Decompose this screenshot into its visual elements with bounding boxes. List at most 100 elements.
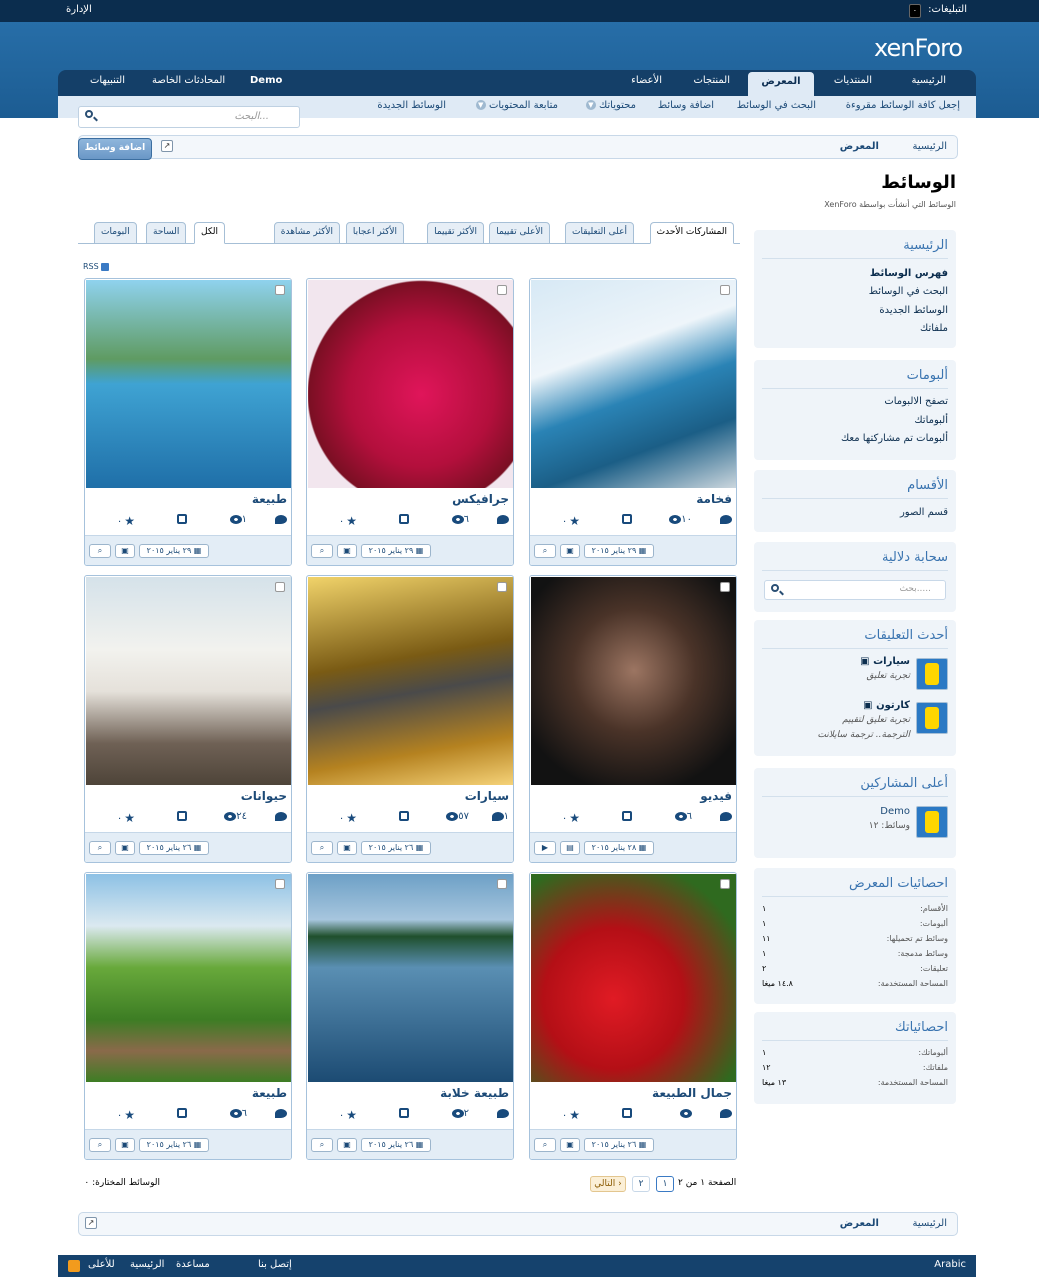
image-icon[interactable]: ▣ <box>337 544 357 558</box>
footer-home[interactable]: الرئيسية <box>130 1259 164 1270</box>
media-thumbnail[interactable] <box>308 280 513 488</box>
media-card[interactable]: طبيعة ١ ★٠ ٢٩ يناير ٢٠١٥ ▦ ▣ ⌕ <box>84 278 292 566</box>
search-icon[interactable] <box>85 110 93 118</box>
tab-forums[interactable]: المنتديات <box>826 74 880 96</box>
permalink-icon[interactable]: ↗ <box>161 140 173 152</box>
media-title[interactable]: جمال الطبيعة <box>652 1086 732 1100</box>
media-card[interactable]: فيديو ٦ ★٠ ٢٨ يناير ٢٠١٥ ▦ ▤ ▶ <box>529 575 737 863</box>
search-icon[interactable] <box>771 584 779 592</box>
zoom-icon[interactable]: ⌕ <box>89 841 111 855</box>
avatar[interactable] <box>916 658 948 690</box>
tab-most-liked[interactable]: الأكثر اعجابا <box>345 222 404 244</box>
rss-link[interactable]: RSS <box>83 262 110 271</box>
media-title[interactable]: جرافيكس <box>452 492 509 506</box>
sidebar-item-your-media[interactable]: ملفاتك <box>920 323 948 334</box>
next-page-button[interactable]: التالي › <box>590 1176 626 1192</box>
sidebar-item-your-albums[interactable]: ألبوماتك <box>914 415 948 426</box>
image-icon[interactable]: ▣ <box>115 841 135 855</box>
tab-home[interactable]: الرئيسية <box>904 74 954 96</box>
inbox-link[interactable]: المحادثات الخاصة <box>144 74 233 96</box>
select-checkbox[interactable] <box>720 285 730 295</box>
add-media-button[interactable]: اضافة وسائط <box>78 138 152 160</box>
media-card[interactable]: جرافيكس ٦ ★٠ ٢٩ يناير ٢٠١٥ ▦ ▣ ⌕ <box>306 278 514 566</box>
tab-media[interactable]: المعرض <box>748 72 814 96</box>
page-2-link[interactable]: ٢ <box>632 1176 650 1192</box>
add-media-link[interactable]: اضافة وسائط <box>658 100 714 111</box>
select-checkbox[interactable] <box>497 582 507 592</box>
zoom-icon[interactable]: ⌕ <box>534 544 556 558</box>
new-media-link[interactable]: الوسائط الجديدة <box>377 100 446 111</box>
media-card[interactable]: طبيعة ٦ ★٠ ٢٦ يناير ٢٠١٥ ▦ ▣ ⌕ <box>84 872 292 1160</box>
tab-top-rated[interactable]: الأعلى تقييما <box>489 222 550 244</box>
search-input[interactable]: البحث... <box>234 111 269 122</box>
select-checkbox[interactable] <box>275 879 285 889</box>
mark-read-link[interactable]: إجعل كافة الوسائط مقروءة <box>846 100 960 111</box>
admin-link[interactable]: الإدارة <box>66 4 92 15</box>
media-card[interactable]: حيوانات ٢٤ ★٠ ٢٦ يناير ٢٠١٥ ▦ ▣ ⌕ <box>84 575 292 863</box>
tab-latest[interactable]: المشاركات الأحدث <box>649 222 734 244</box>
select-checkbox[interactable] <box>720 582 730 592</box>
zoom-icon[interactable]: ⌕ <box>534 1138 556 1152</box>
media-card[interactable]: طبيعة خلابة ٢ ★٠ ٢٦ يناير ٢٠١٥ ▦ ▣ ⌕ <box>306 872 514 1160</box>
image-icon[interactable]: ▣ <box>115 1138 135 1152</box>
select-checkbox[interactable] <box>720 879 730 889</box>
tab-most-viewed[interactable]: الأكثر مشاهدة <box>273 222 340 244</box>
search-media-link[interactable]: البحث في الوسائط <box>737 100 816 111</box>
tab-most-commented[interactable]: أعلى التعليقات <box>565 222 634 244</box>
sidebar-item-new-media[interactable]: الوسائط الجديدة <box>879 305 948 316</box>
image-icon[interactable]: ▣ <box>337 1138 357 1152</box>
breadcrumb-media[interactable]: المعرض <box>840 141 879 152</box>
zoom-icon[interactable]: ⌕ <box>311 1138 333 1152</box>
tab-albums[interactable]: البومات <box>94 222 137 244</box>
select-checkbox[interactable] <box>497 285 507 295</box>
notices-link[interactable]: التبليغات: <box>928 4 967 15</box>
image-icon[interactable]: ▣ <box>337 841 357 855</box>
alerts-link[interactable]: التنبيهات <box>82 74 133 96</box>
media-title[interactable]: طبيعة خلابة <box>440 1086 509 1100</box>
media-thumbnail[interactable] <box>308 874 513 1082</box>
select-checkbox[interactable] <box>497 879 507 889</box>
media-thumbnail[interactable] <box>86 874 291 1082</box>
media-thumbnail[interactable] <box>308 577 513 785</box>
media-thumbnail[interactable] <box>531 280 736 488</box>
comment-media-link[interactable]: سيارات ▣ <box>860 656 910 667</box>
image-icon[interactable]: ▣ <box>560 1138 580 1152</box>
rss-icon[interactable] <box>68 1260 80 1272</box>
sidebar-item-browse-albums[interactable]: تصفح الالبومات <box>884 396 948 407</box>
media-card[interactable]: سيارات ١ ٥٧ ★٠ ٢٦ يناير ٢٠١٥ ▦ ▣ ⌕ <box>306 575 514 863</box>
zoom-icon[interactable]: ⌕ <box>89 1138 111 1152</box>
media-title[interactable]: فخامة <box>696 492 732 506</box>
tab-resources[interactable]: المنتجات <box>685 74 738 96</box>
tab-all[interactable]: الكل <box>194 222 226 244</box>
media-title[interactable]: طبيعة <box>252 492 287 506</box>
avatar[interactable] <box>916 806 948 838</box>
footer-top[interactable]: للأعلى <box>88 1259 115 1270</box>
zoom-icon[interactable]: ⌕ <box>311 544 333 558</box>
watched-content-menu[interactable]: متابعة المحتويات ▼ <box>474 100 558 111</box>
play-icon[interactable]: ▶ <box>534 841 556 855</box>
zoom-icon[interactable]: ⌕ <box>311 841 333 855</box>
tab-site[interactable]: الساحة <box>146 222 187 244</box>
tag-search-input[interactable]: بحث..... <box>764 580 946 600</box>
media-thumbnail[interactable] <box>86 280 291 488</box>
permalink-icon[interactable]: ↗ <box>85 1217 97 1229</box>
film-icon[interactable]: ▤ <box>560 841 580 855</box>
breadcrumb-home[interactable]: الرئيسية <box>913 141 947 152</box>
media-thumbnail[interactable] <box>531 874 736 1082</box>
select-checkbox[interactable] <box>275 285 285 295</box>
media-thumbnail[interactable] <box>531 577 736 785</box>
zoom-icon[interactable]: ⌕ <box>89 544 111 558</box>
avatar[interactable] <box>916 702 948 734</box>
media-title[interactable]: طبيعة <box>252 1086 287 1100</box>
your-content-menu[interactable]: محتوياتك ▼ <box>584 100 636 111</box>
poster-name[interactable]: Demo <box>880 806 910 817</box>
image-icon[interactable]: ▣ <box>560 544 580 558</box>
sidebar-item-photos[interactable]: قسم الصور <box>900 507 948 518</box>
search-box[interactable]: البحث... <box>78 106 300 128</box>
language-chooser[interactable]: Arabic <box>934 1259 966 1270</box>
media-card[interactable]: جمال الطبيعة ★٠ ٢٦ يناير ٢٠١٥ ▦ ▣ ⌕ <box>529 872 737 1160</box>
media-title[interactable]: سيارات <box>465 789 509 803</box>
footer-help[interactable]: مساعدة <box>176 1259 210 1270</box>
tab-most-rated[interactable]: الأكثر تقييما <box>427 222 484 244</box>
sidebar-item-media-index[interactable]: فهرس الوسائط <box>870 268 948 279</box>
